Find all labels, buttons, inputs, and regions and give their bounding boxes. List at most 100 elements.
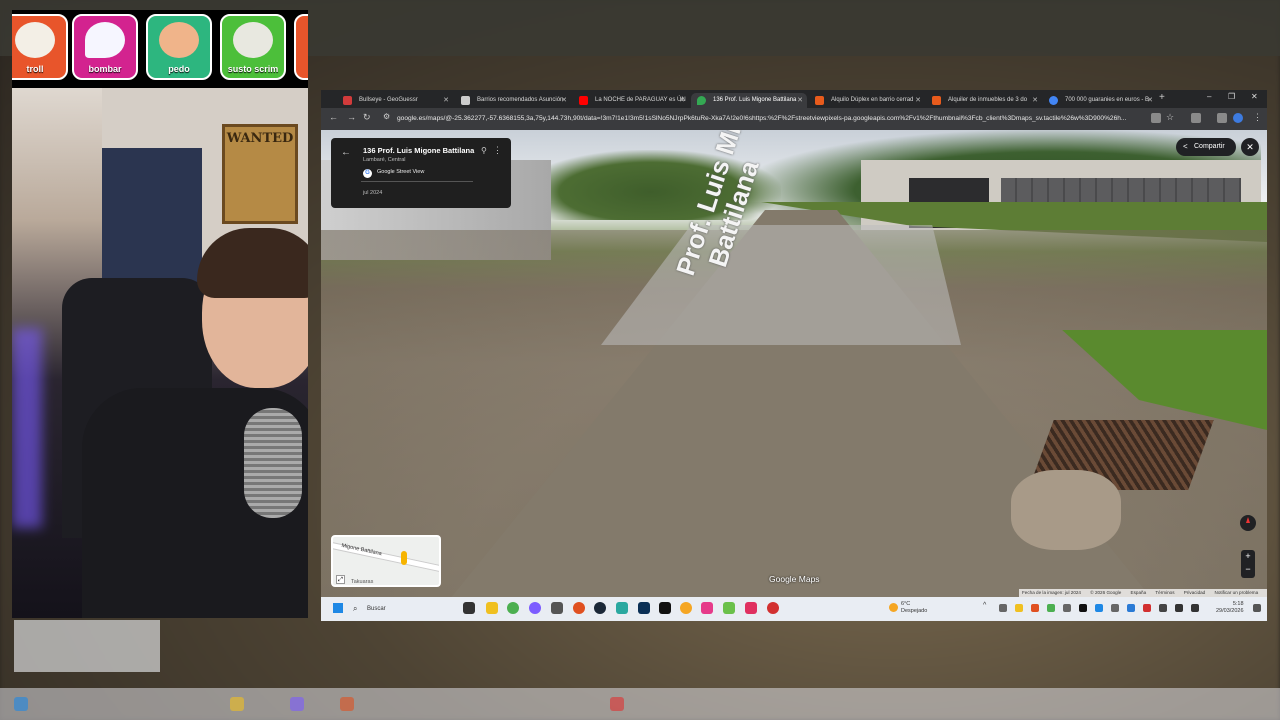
tray-icon[interactable] — [1015, 604, 1023, 612]
tray-icon[interactable] — [1063, 604, 1071, 612]
pin-icon[interactable]: ⚲ — [481, 146, 487, 155]
more-options-icon[interactable]: ⋮ — [493, 145, 502, 156]
tray-icon[interactable] — [1191, 604, 1199, 612]
tab-duplex[interactable]: Alquilo Dúplex en barrio cerrad ✕ — [809, 93, 925, 108]
zoom-controls[interactable]: + − — [1241, 550, 1255, 578]
app-icon[interactable] — [551, 602, 563, 614]
tab-favicon — [579, 96, 588, 105]
webcam-feed: WANTED — [12, 88, 308, 618]
app-icon[interactable] — [701, 602, 713, 614]
tab-alquiler[interactable]: Alquiler de inmuebles de 3 do ✕ — [926, 93, 1042, 108]
sound-label: susto scrim — [227, 64, 279, 74]
back-arrow-icon[interactable]: ← — [329, 112, 338, 122]
steam-icon[interactable] — [594, 602, 606, 614]
sound-button-troll[interactable]: troll — [12, 14, 68, 80]
url-field[interactable]: google.es/maps/@-25.362277,-57.6368155,3… — [397, 112, 1147, 126]
close-icon[interactable]: ✕ — [1147, 93, 1153, 108]
tab-youtube[interactable]: La NOCHE de PARAGUAY es ÚN ✕ — [573, 93, 689, 108]
maximize-button[interactable]: ❐ — [1228, 92, 1235, 101]
menu-icon[interactable]: ⋮ — [1253, 112, 1262, 123]
tray-icon[interactable] — [1047, 604, 1055, 612]
reload-icon[interactable]: ↻ — [363, 112, 371, 123]
install-icon[interactable] — [1151, 113, 1161, 123]
share-button[interactable]: < Compartir — [1176, 138, 1236, 156]
tab-favicon — [815, 96, 824, 105]
compass-icon[interactable] — [1240, 515, 1256, 531]
app-icon[interactable] — [767, 602, 779, 614]
taskbar-clock[interactable]: 5:18 29/03/2026 — [1216, 601, 1244, 615]
sound-button-susto-scrim[interactable]: susto scrim — [220, 14, 286, 80]
windows-taskbar: ⌕ Buscar 6°C Despejado ^ 5:18 29/03/2026 — [321, 597, 1267, 621]
sound-button-bombar[interactable]: bombar — [72, 14, 138, 80]
start-icon[interactable] — [333, 603, 343, 613]
tray-icon[interactable] — [1095, 604, 1103, 612]
tray-icon[interactable] — [1111, 604, 1119, 612]
street-view-source[interactable]: G Google Street View — [361, 168, 473, 182]
close-icon[interactable]: ✕ — [915, 93, 921, 108]
profile-icon[interactable] — [1233, 113, 1243, 123]
close-icon[interactable]: ✕ — [797, 93, 803, 108]
new-tab-button[interactable]: + — [1159, 92, 1165, 103]
tray-icon[interactable] — [1127, 604, 1135, 612]
tab-google-maps[interactable]: 136 Prof. Luis Migone Battilana ✕ — [691, 93, 807, 108]
address-bar: ← → ↻ ⚙ google.es/maps/@-25.362277,-57.6… — [321, 108, 1267, 130]
close-icon[interactable]: ✕ — [679, 93, 685, 108]
capcut-icon[interactable] — [659, 602, 671, 614]
bookmark-star-icon[interactable]: ☆ — [1166, 112, 1174, 123]
search-icon: ⌕ — [353, 604, 358, 613]
site-info-icon[interactable]: ⚙ — [383, 112, 390, 121]
tab-barrios[interactable]: Barrios recomendados Asunción ✕ — [455, 93, 571, 108]
tab-geoguessr[interactable]: Bullseye - GeoGuessr ✕ — [337, 93, 453, 108]
share-icon: < — [1183, 142, 1188, 151]
sound-label: bombar — [88, 64, 122, 74]
expand-icon[interactable]: ⤢ — [336, 575, 345, 584]
tray-icon[interactable] — [1031, 604, 1039, 612]
capture-date[interactable]: jul 2024 — [363, 190, 382, 196]
tiktok-icon[interactable] — [745, 602, 757, 614]
location-info-card: ← 136 Prof. Luis Migone Battilana Lambar… — [331, 138, 511, 208]
tab-bar: Bullseye - GeoGuessr ✕ Barrios recomendad… — [321, 90, 1267, 108]
window-close-button[interactable]: ✕ — [1251, 92, 1258, 101]
microphone — [244, 408, 302, 518]
tab-favicon — [343, 96, 352, 105]
discord-icon[interactable] — [529, 602, 541, 614]
brave-icon[interactable] — [573, 602, 585, 614]
back-arrow-icon[interactable]: ← — [341, 147, 351, 158]
blurred-minimap — [14, 620, 160, 672]
file-explorer-icon[interactable] — [486, 602, 498, 614]
sound-buttons-panel: troll bombar pedo susto scrim — [12, 10, 308, 88]
chrome-icon[interactable] — [507, 602, 519, 614]
tab-favicon — [932, 96, 941, 105]
sound-button-partial[interactable] — [294, 14, 308, 80]
translate-icon[interactable] — [1217, 113, 1227, 123]
sound-button-pedo[interactable]: pedo — [146, 14, 212, 80]
attribution-footer: Fecha de la imagen: jul 2024 © 2026 Goog… — [1019, 589, 1267, 597]
notifications-icon[interactable] — [1253, 604, 1261, 612]
tray-icon[interactable] — [1175, 604, 1183, 612]
taskbar-search[interactable]: ⌕ Buscar — [353, 602, 453, 616]
tray-icon[interactable] — [1159, 604, 1167, 612]
place-subtitle: Lambaré, Central — [363, 157, 406, 163]
tray-icon[interactable] — [1143, 604, 1151, 612]
minimize-button[interactable]: – — [1207, 92, 1211, 101]
tab-favicon — [1049, 96, 1058, 105]
task-view-icon[interactable] — [463, 602, 475, 614]
tray-chevron-icon[interactable]: ^ — [983, 602, 991, 610]
close-icon[interactable]: ✕ — [1032, 93, 1038, 108]
place-title: 136 Prof. Luis Migone Battilana — [363, 146, 475, 155]
close-icon[interactable]: ✕ — [561, 93, 567, 108]
close-icon[interactable]: ✕ — [443, 93, 449, 108]
extensions-icon[interactable] — [1191, 113, 1201, 123]
tray-icon[interactable] — [999, 604, 1007, 612]
tab-guaranies[interactable]: 700 000 guaranies en euros - B ✕ — [1043, 93, 1157, 108]
street-view-panorama[interactable]: Prof. Luis Migone Battilana ← 136 Prof. … — [321, 130, 1267, 597]
weather-widget[interactable]: 6°C Despejado — [889, 601, 927, 615]
app-icon[interactable] — [723, 602, 735, 614]
street-view-minimap[interactable]: Migone Battilana ⤢ Takuaras — [331, 535, 441, 587]
photoshop-icon[interactable] — [638, 602, 650, 614]
close-street-view-button[interactable]: ✕ — [1241, 138, 1259, 156]
app-icon[interactable] — [680, 602, 692, 614]
tray-icon[interactable] — [1079, 604, 1087, 612]
forward-arrow-icon[interactable]: → — [347, 112, 356, 122]
app-icon[interactable] — [616, 602, 628, 614]
